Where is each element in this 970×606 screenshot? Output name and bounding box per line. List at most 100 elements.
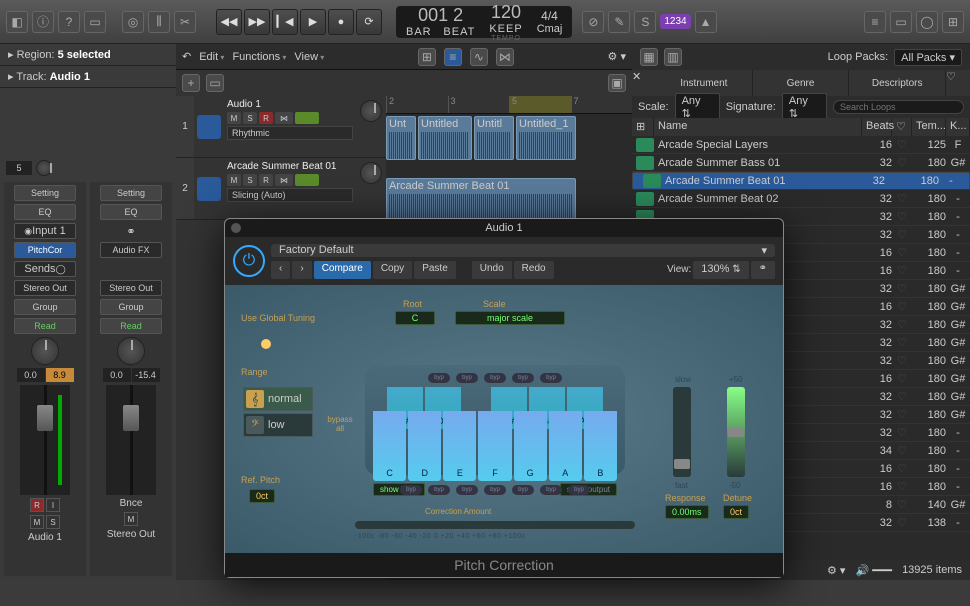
bypass-all[interactable]: bypass all xyxy=(325,415,355,433)
compare-button[interactable]: Compare xyxy=(314,261,371,279)
track-info[interactable]: ▸ Track: Audio 1 xyxy=(0,66,176,88)
volume-icon[interactable]: 🔊 ━━━ xyxy=(855,564,892,577)
region-info[interactable]: ▸ Region: 5 selected xyxy=(0,44,176,66)
count-in[interactable]: 1234 xyxy=(660,14,690,29)
list-editors-icon[interactable]: ≡ xyxy=(864,11,886,33)
time-sig[interactable]: 4/4 xyxy=(541,9,558,23)
link-button[interactable]: ⚭ xyxy=(751,261,775,279)
pan-knob[interactable] xyxy=(31,337,59,365)
inspector-icon[interactable]: ⓘ xyxy=(32,11,54,33)
loop-row[interactable]: Arcade Summer Beat 0232♡180- xyxy=(632,190,970,208)
detune-value[interactable]: 0ct xyxy=(723,505,749,519)
next-button[interactable]: › xyxy=(292,261,311,279)
ruler[interactable]: 2357 xyxy=(386,96,632,114)
loop-packs-select[interactable]: All Packs ▾ xyxy=(894,49,962,66)
notepad-icon[interactable]: ▭ xyxy=(890,11,912,33)
track-row[interactable]: 2 Arcade Summer Beat 01 MSR⋈ Slicing (Au… xyxy=(176,158,386,220)
cycle-button[interactable]: ⟳ xyxy=(356,9,382,35)
library-icon[interactable]: ◧ xyxy=(6,11,28,33)
tempo[interactable]: 120 xyxy=(491,2,521,23)
copy-button[interactable]: Copy xyxy=(373,261,412,279)
tab-descriptors[interactable]: Descriptors xyxy=(849,70,946,96)
output-slot[interactable]: Stereo Out xyxy=(100,280,162,296)
key-B[interactable]: B xyxy=(584,411,617,481)
bypass-button[interactable]: byp xyxy=(484,485,506,495)
eq-button[interactable]: EQ xyxy=(100,204,162,220)
redo-button[interactable]: Redo xyxy=(514,261,554,279)
bypass-button[interactable]: byp xyxy=(428,485,450,495)
track-row[interactable]: 1 Audio 1 MSR⋈ Rhythmic xyxy=(176,96,386,158)
key-D[interactable]: D xyxy=(408,411,441,481)
favorite-icon[interactable]: ♡ xyxy=(946,70,970,96)
setting-button[interactable]: Setting xyxy=(100,185,162,201)
functions-menu[interactable]: Functions xyxy=(232,51,286,63)
edit-menu[interactable]: Edit xyxy=(199,51,224,63)
group-slot[interactable]: Group xyxy=(100,299,162,315)
audio-region[interactable]: Arcade Summer Beat 01 xyxy=(386,178,576,222)
mute-button[interactable]: M xyxy=(30,515,44,529)
sends-slot[interactable]: Sends ◯ xyxy=(14,261,76,277)
key-C[interactable]: C xyxy=(373,411,406,481)
enable-toggle[interactable] xyxy=(295,112,319,124)
browser-icon[interactable]: ⊞ xyxy=(942,11,964,33)
gear-icon[interactable]: ⚙ ▾ xyxy=(827,564,845,577)
flex-mode[interactable]: Rhythmic xyxy=(227,126,353,140)
audio-region[interactable]: Untitled xyxy=(418,116,472,160)
bypass-button[interactable]: byp xyxy=(512,373,534,383)
rec-enable[interactable]: R xyxy=(30,498,44,512)
track-knob[interactable] xyxy=(360,100,382,122)
play-button[interactable]: ▶ xyxy=(300,9,326,35)
duplicate-icon[interactable]: ▭ xyxy=(206,74,224,92)
audio-region[interactable]: Untitl xyxy=(474,116,514,160)
loop-row[interactable]: Arcade Summer Beat 0132♡180- xyxy=(632,172,970,190)
setting-button[interactable]: Setting xyxy=(14,185,76,201)
autopunch-icon[interactable]: ✎ xyxy=(608,11,630,33)
replace-icon[interactable]: ⊘ xyxy=(582,11,604,33)
ref-pitch-value[interactable]: 0ct xyxy=(249,489,275,503)
goto-start-button[interactable]: ▎◀ xyxy=(272,9,298,35)
toolbar-icon[interactable]: ▭ xyxy=(84,11,106,33)
loop-browser-icon[interactable]: ◯ xyxy=(916,11,938,33)
key-A[interactable]: A xyxy=(549,411,582,481)
track-name[interactable]: Audio 1 xyxy=(227,99,353,110)
insert-slot[interactable]: Audio FX xyxy=(100,242,162,258)
preset-select[interactable]: Factory Default▾ xyxy=(271,244,775,257)
key-G[interactable]: G xyxy=(514,411,547,481)
bypass-button[interactable]: byp xyxy=(512,485,534,495)
key[interactable]: Cmaj xyxy=(537,23,563,35)
smart-controls-icon[interactable]: ◎ xyxy=(122,11,144,33)
key-E[interactable]: E xyxy=(443,411,476,481)
solo-button[interactable]: S xyxy=(46,515,60,529)
response-slider[interactable] xyxy=(673,387,691,477)
small-knob[interactable] xyxy=(36,160,52,176)
scale-value[interactable]: major scale xyxy=(455,311,565,325)
browser-mode-icon[interactable]: ▥ xyxy=(664,48,682,66)
undo-button[interactable]: Undo xyxy=(472,261,512,279)
bypass-button[interactable]: byp xyxy=(456,373,478,383)
editors-icon[interactable]: ✂ xyxy=(174,11,196,33)
view-zoom[interactable]: 130% ⇅ xyxy=(693,261,748,279)
help-icon[interactable]: ? xyxy=(58,11,80,33)
track-knob[interactable] xyxy=(360,162,382,184)
bypass-button[interactable]: byp xyxy=(540,485,562,495)
mixer-icon[interactable]: ⫼ xyxy=(148,11,170,33)
record-button[interactable]: ● xyxy=(328,9,354,35)
plugin-window[interactable]: Audio 1 ⏻ Factory Default▾ ‹ › Compare C… xyxy=(224,218,784,578)
close-icon[interactable]: ✕ xyxy=(632,70,656,96)
bypass-button[interactable]: byp xyxy=(540,373,562,383)
rewind-button[interactable]: ◀◀ xyxy=(216,9,242,35)
group-slot[interactable]: Group xyxy=(14,299,76,315)
volume-fader[interactable] xyxy=(106,385,156,495)
back-icon[interactable]: ↶ xyxy=(182,50,191,63)
automation-icon[interactable]: ∿ xyxy=(470,48,488,66)
bypass-button[interactable]: byp xyxy=(456,485,478,495)
eq-button[interactable]: EQ xyxy=(14,204,76,220)
flex-icon[interactable]: ⋈ xyxy=(496,48,514,66)
link-icon[interactable]: ⚭ xyxy=(126,223,135,239)
solo-icon[interactable]: S xyxy=(634,11,656,33)
response-value[interactable]: 0.00ms xyxy=(665,505,709,519)
flex-mode[interactable]: Slicing (Auto) xyxy=(227,188,353,202)
automation-mode[interactable]: Read xyxy=(100,318,162,334)
flex-icon[interactable]: ⋈ xyxy=(275,112,293,124)
grid-icon[interactable]: ⊞ xyxy=(418,48,436,66)
